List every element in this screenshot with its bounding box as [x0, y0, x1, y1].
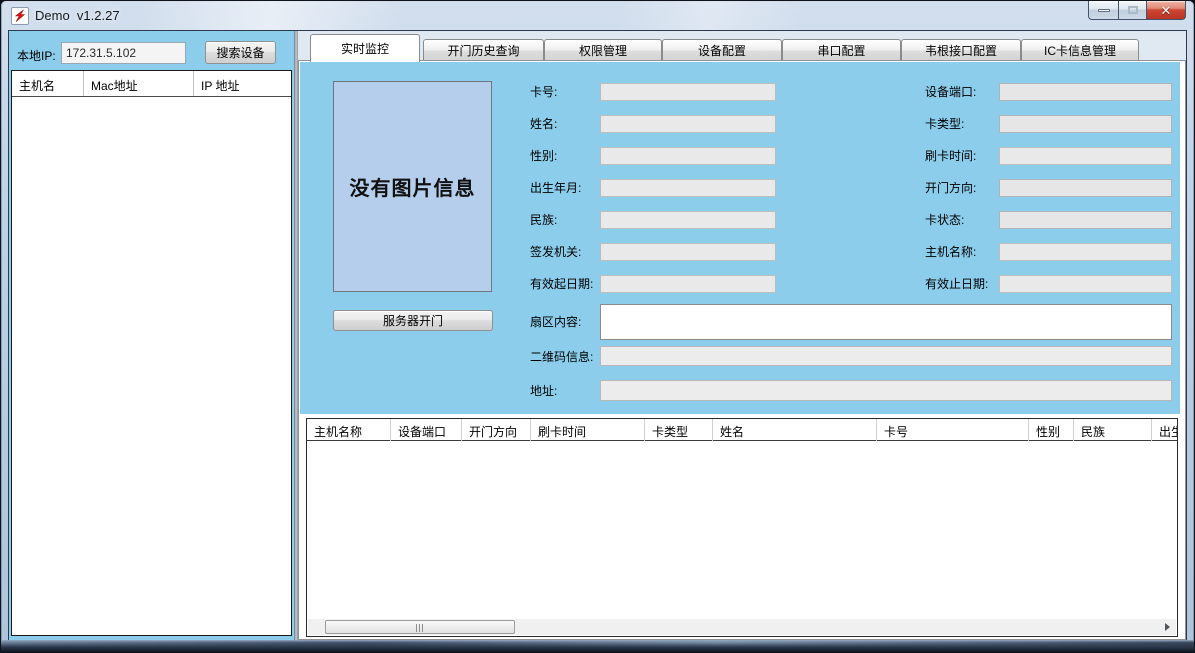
- host-name-field[interactable]: [999, 243, 1172, 261]
- app-icon: [11, 7, 29, 25]
- column-header-name[interactable]: 姓名: [713, 419, 877, 441]
- column-header-hostname[interactable]: 主机名: [12, 71, 84, 96]
- issuing-authority-field[interactable]: [600, 243, 776, 261]
- window-frame: Demo v1.2.27 ✕ 本地IP: 搜索设备 主机名 Mac地址 IP 地…: [1, 1, 1194, 653]
- issuing-authority-label: 签发机关:: [530, 243, 581, 261]
- glass-streak: [621, 1, 801, 31]
- card-type-label: 卡类型:: [925, 115, 964, 133]
- scroll-left-button[interactable]: [308, 619, 325, 635]
- minimize-button[interactable]: [1088, 1, 1118, 20]
- local-ip-label: 本地IP:: [17, 47, 56, 64]
- device-search-panel: 本地IP: 搜索设备 主机名 Mac地址 IP 地址: [9, 31, 294, 640]
- tab-serial-config[interactable]: 串口配置: [782, 39, 901, 61]
- sector-content-label: 扇区内容:: [530, 313, 581, 331]
- qrcode-info-field[interactable]: [600, 346, 1172, 366]
- name-field[interactable]: [600, 115, 776, 133]
- card-status-dropdown[interactable]: [999, 211, 1172, 229]
- column-header-card-number[interactable]: 卡号: [877, 419, 1029, 441]
- column-header-door-direction[interactable]: 开门方向: [462, 419, 531, 441]
- arrow-right-icon: [1165, 623, 1170, 631]
- device-port-dropdown[interactable]: [999, 83, 1172, 101]
- column-header-device-port[interactable]: 设备端口: [391, 419, 462, 441]
- local-ip-input[interactable]: [61, 42, 186, 64]
- tab-realtime-monitor[interactable]: 实时监控: [310, 34, 420, 62]
- gender-field[interactable]: [600, 147, 776, 165]
- lightning-bolt-icon: [13, 9, 27, 23]
- card-type-dropdown[interactable]: [999, 115, 1172, 133]
- gender-label: 性别:: [530, 147, 557, 165]
- column-header-mac[interactable]: Mac地址: [84, 71, 194, 96]
- client-area: 本地IP: 搜索设备 主机名 Mac地址 IP 地址 实时监控 开门历史查: [9, 31, 1186, 640]
- search-devices-button[interactable]: 搜索设备: [205, 41, 276, 64]
- column-header-birthdate[interactable]: 出生年月: [1152, 419, 1178, 441]
- device-list: 主机名 Mac地址 IP 地址: [11, 70, 292, 636]
- column-header-hostname[interactable]: 主机名称: [307, 419, 391, 441]
- birthdate-label: 出生年月:: [530, 179, 581, 197]
- column-header-ethnicity[interactable]: 民族: [1074, 419, 1152, 441]
- swipe-time-field[interactable]: [999, 147, 1172, 165]
- tab-bar: 实时监控 开门历史查询 权限管理 设备配置 串口配置 韦根接口配置 IC卡信息管…: [298, 33, 1186, 61]
- tab-device-config[interactable]: 设备配置: [662, 39, 782, 61]
- device-list-header: 主机名 Mac地址 IP 地址: [12, 71, 291, 97]
- records-table-header: 主机名称 设备端口 开门方向 刷卡时间 卡类型 姓名 卡号 性别 民族 出生年月: [307, 419, 1178, 441]
- tabpage-realtime-monitor: 没有图片信息 服务器开门 卡号: 姓名: 性别: 出生年月: 民族: 签发: [298, 60, 1186, 640]
- horizontal-scrollbar[interactable]: [308, 619, 1176, 635]
- window-title: Demo v1.2.27: [35, 8, 120, 23]
- window-bottom-frame: [1, 640, 1194, 653]
- valid-from-label: 有效起日期:: [530, 275, 593, 293]
- sector-content-field[interactable]: [600, 304, 1172, 340]
- address-label: 地址:: [530, 382, 557, 400]
- qrcode-info-label: 二维码信息:: [530, 348, 593, 366]
- tab-ic-card-mgmt[interactable]: IC卡信息管理: [1021, 39, 1139, 61]
- birthdate-field[interactable]: [600, 179, 776, 197]
- scroll-right-button[interactable]: [1159, 619, 1176, 635]
- host-name-label: 主机名称:: [925, 243, 976, 261]
- close-button[interactable]: ✕: [1146, 1, 1186, 20]
- tab-wiegand-config[interactable]: 韦根接口配置: [901, 39, 1021, 61]
- server-open-door-button[interactable]: 服务器开门: [333, 310, 493, 331]
- column-header-swipe-time[interactable]: 刷卡时间: [531, 419, 645, 441]
- glass-streak: [141, 1, 401, 31]
- name-label: 姓名:: [530, 115, 557, 133]
- tab-permission-mgmt[interactable]: 权限管理: [544, 39, 662, 61]
- column-header-card-type[interactable]: 卡类型: [645, 419, 713, 441]
- swipe-time-label: 刷卡时间:: [925, 147, 976, 165]
- valid-until-label: 有效止日期:: [925, 275, 988, 293]
- card-number-label: 卡号:: [530, 83, 557, 101]
- records-table: 主机名称 设备端口 开门方向 刷卡时间 卡类型 姓名 卡号 性别 民族 出生年月: [306, 418, 1178, 637]
- door-direction-label: 开门方向:: [925, 179, 976, 197]
- column-header-gender[interactable]: 性别: [1029, 419, 1074, 441]
- door-direction-dropdown[interactable]: [999, 179, 1172, 197]
- tab-control: 实时监控 开门历史查询 权限管理 设备配置 串口配置 韦根接口配置 IC卡信息管…: [298, 31, 1186, 640]
- tab-open-history[interactable]: 开门历史查询: [423, 39, 544, 61]
- monitor-panel: 没有图片信息 服务器开门 卡号: 姓名: 性别: 出生年月: 民族: 签发: [300, 62, 1180, 414]
- close-icon: ✕: [1161, 4, 1172, 17]
- card-number-field[interactable]: [600, 83, 776, 101]
- column-header-ip[interactable]: IP 地址: [194, 71, 291, 96]
- photo-placeholder: 没有图片信息: [333, 81, 492, 292]
- records-table-body[interactable]: [307, 442, 1177, 619]
- maximize-icon: [1128, 6, 1138, 14]
- scrollbar-thumb[interactable]: [325, 620, 515, 634]
- device-list-body[interactable]: [12, 98, 291, 635]
- ethnicity-label: 民族:: [530, 211, 557, 229]
- ethnicity-field[interactable]: [600, 211, 776, 229]
- card-status-label: 卡状态:: [925, 211, 964, 229]
- scrollbar-grip-icon: [416, 624, 424, 632]
- device-port-label: 设备端口:: [925, 83, 976, 101]
- maximize-button[interactable]: [1118, 1, 1146, 20]
- valid-from-field[interactable]: [600, 275, 776, 293]
- address-field[interactable]: [600, 380, 1172, 401]
- valid-until-field[interactable]: [999, 275, 1172, 293]
- app-window: Demo v1.2.27 ✕ 本地IP: 搜索设备 主机名 Mac地址 IP 地…: [0, 0, 1195, 653]
- caption-buttons: ✕: [1088, 1, 1186, 20]
- minimize-icon: [1098, 9, 1110, 12]
- titlebar[interactable]: Demo v1.2.27 ✕: [1, 1, 1194, 31]
